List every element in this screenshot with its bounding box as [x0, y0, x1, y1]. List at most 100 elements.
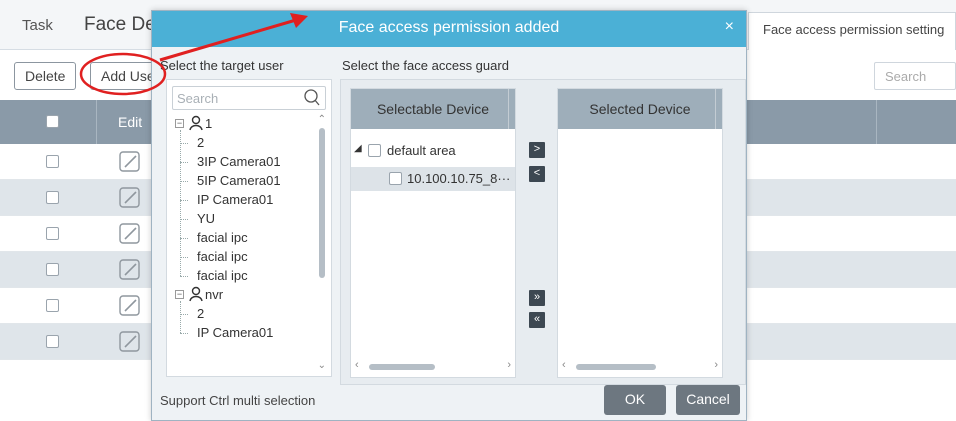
scroll-up-icon[interactable]: ⌃ [318, 114, 326, 125]
dialog-header: Face access permission added × [152, 11, 746, 47]
scrollbar-thumb[interactable] [576, 364, 656, 370]
tree-user-item[interactable]: 2 [167, 304, 315, 324]
tree-connector [180, 333, 188, 334]
tree-user-group[interactable]: − nvr [167, 285, 315, 305]
tree-node-default-area[interactable]: ◢ default area [351, 139, 515, 163]
default-area-checkbox[interactable] [368, 144, 381, 157]
tree-user-item[interactable]: 2 [167, 133, 315, 153]
search-icon[interactable] [303, 88, 321, 111]
tree-item-label: 1 [205, 116, 213, 131]
collapse-triangle-icon[interactable]: ◢ [354, 143, 362, 154]
move-all-right-button[interactable]: » [529, 290, 545, 306]
tree-item-label: facial ipc [197, 268, 248, 283]
tree-connector [180, 238, 188, 239]
scroll-right-icon[interactable]: › [714, 359, 718, 371]
user-tree-scrollbar[interactable] [319, 128, 325, 278]
add-user-button[interactable]: Add Use [90, 62, 160, 90]
move-all-left-button[interactable]: « [529, 312, 545, 328]
tree-connector [180, 143, 188, 144]
tree-user-item[interactable]: 3IP Camera01 [167, 152, 315, 172]
move-right-button[interactable]: > [529, 142, 545, 158]
collapse-icon[interactable]: − [175, 290, 184, 299]
tree-item-label: YU [197, 211, 216, 226]
tree-item-label: nvr [205, 287, 224, 302]
row-checkbox[interactable] [46, 227, 59, 240]
device-checkbox[interactable] [389, 172, 402, 185]
scroll-down-icon[interactable]: ⌄ [318, 360, 326, 371]
area-label: default area [387, 143, 456, 158]
scroll-left-icon[interactable]: ‹ [562, 359, 566, 371]
edit-icon[interactable] [118, 186, 142, 213]
user-search-placeholder: Search [177, 91, 219, 106]
selectable-device-panel: Selectable Device ◢ default area 10.100.… [350, 88, 516, 378]
row-checkbox[interactable] [46, 191, 59, 204]
tree-connector [180, 200, 188, 201]
row-checkbox[interactable] [46, 335, 59, 348]
multi-selection-hint: Support Ctrl multi selection [160, 393, 316, 408]
row-checkbox[interactable] [46, 299, 59, 312]
user-icon [189, 286, 203, 305]
tree-connector [180, 162, 188, 163]
selected-device-title: Selected Device [589, 101, 691, 117]
tree-item-label: 3IP Camera01 [197, 154, 281, 169]
edit-column-header: Edit [118, 114, 143, 130]
collapse-icon[interactable]: − [175, 119, 184, 128]
tab-face-access-permission-setting[interactable]: Face access permission setting [748, 12, 956, 50]
tree-user-item[interactable]: facial ipc [167, 247, 315, 267]
selectable-device-title: Selectable Device [376, 101, 490, 117]
user-icon [189, 115, 203, 134]
scroll-right-icon[interactable]: › [507, 359, 511, 371]
select-user-label: Select the target user [160, 58, 284, 73]
selected-device-header: Selected Device [558, 89, 722, 129]
tree-connector [180, 301, 181, 333]
tree-user-group[interactable]: −1 [167, 114, 315, 134]
delete-button[interactable]: Delete [14, 62, 77, 90]
tree-user-item[interactable]: IP Camera01 [167, 323, 315, 343]
face-access-permission-dialog: Face access permission added × Select th… [151, 10, 747, 421]
selectable-horizontal-scrollbar[interactable]: ‹ › [355, 359, 511, 373]
close-icon[interactable]: × [725, 18, 734, 36]
selected-device-panel: Selected Device ‹ › [557, 88, 723, 378]
tree-user-item[interactable]: YU [167, 209, 315, 229]
dialog-title: Face access permission added [338, 19, 560, 36]
tree-user-item[interactable]: 5IP Camera01 [167, 171, 315, 191]
tree-connector [180, 130, 181, 276]
tree-user-item[interactable]: facial ipc [167, 228, 315, 248]
column-divider [876, 100, 877, 144]
row-checkbox[interactable] [46, 155, 59, 168]
tree-item-label: facial ipc [197, 249, 248, 264]
user-tree-panel: Search −1 2 3IP Camera01 5IP Camera01 IP Cam… [166, 79, 332, 377]
column-divider [508, 89, 509, 129]
device-list-item[interactable]: 10.100.10.75_8··· [351, 167, 515, 191]
tree-connector [180, 314, 188, 315]
select-all-checkbox[interactable] [46, 115, 59, 128]
edit-icon[interactable] [118, 150, 142, 177]
scrollbar-thumb[interactable] [369, 364, 435, 370]
tree-user-item[interactable]: IP Camera01 [167, 190, 315, 210]
edit-icon[interactable] [118, 294, 142, 321]
tree-item-label: IP Camera01 [197, 325, 274, 340]
edit-icon[interactable] [118, 222, 142, 249]
row-checkbox[interactable] [46, 263, 59, 276]
move-left-button[interactable]: < [529, 166, 545, 182]
edit-icon[interactable] [118, 258, 142, 285]
tree-user-item[interactable]: facial ipc [167, 266, 315, 286]
column-divider [96, 100, 97, 144]
tree-connector [180, 219, 188, 220]
selectable-device-header: Selectable Device [351, 89, 515, 129]
edit-icon[interactable] [118, 330, 142, 357]
tree-item-label: 5IP Camera01 [197, 173, 281, 188]
tree-item-label: 2 [197, 135, 205, 150]
task-label[interactable]: Task [22, 17, 53, 34]
select-guard-label: Select the face access guard [342, 58, 509, 73]
selected-horizontal-scrollbar[interactable]: ‹ › [562, 359, 718, 373]
search-input[interactable]: Search [874, 62, 956, 90]
tree-connector [180, 257, 188, 258]
device-selection-area: Selectable Device ◢ default area 10.100.… [340, 79, 746, 385]
user-search-input[interactable]: Search [172, 86, 326, 110]
tree-connector [180, 276, 188, 277]
ok-button[interactable]: OK [604, 385, 666, 415]
scroll-left-icon[interactable]: ‹ [355, 359, 359, 371]
cancel-button[interactable]: Cancel [676, 385, 740, 415]
tree-item-label: facial ipc [197, 230, 248, 245]
